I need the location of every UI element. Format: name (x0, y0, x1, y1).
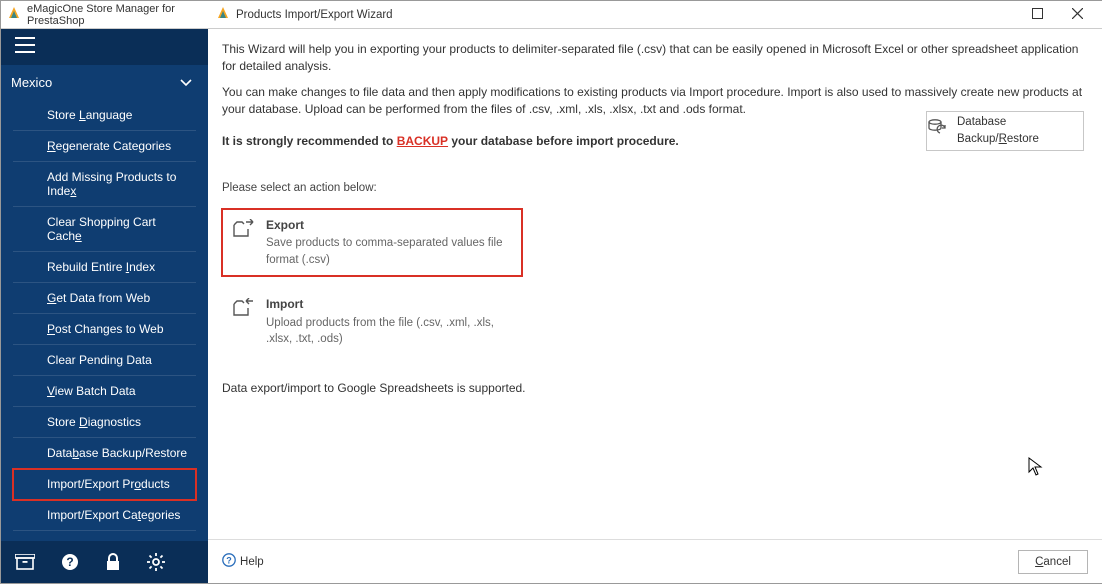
sidebar-item-10[interactable]: Database Backup/Restore (13, 438, 196, 469)
import-desc: Upload products from the file (.csv, .xm… (266, 315, 512, 348)
sidebar-item-1[interactable]: Regenerate Categories (13, 131, 196, 162)
dialog-footer: ? Help Cancel (208, 539, 1102, 583)
export-action[interactable]: Export Save products to comma-separated … (222, 209, 522, 277)
select-action-label: Please select an action below: (222, 180, 1084, 197)
sidebar-item-8[interactable]: View Batch Data (13, 376, 196, 407)
sidebar-item-0[interactable]: Store Language (13, 100, 196, 131)
sidebar-item-5[interactable]: Get Data from Web (13, 283, 196, 314)
sidebar-menu-list: Store LanguageRegenerate CategoriesAdd M… (1, 100, 208, 541)
sidebar: eMagicOne Store Manager for PrestaShop M… (1, 1, 208, 583)
svg-text:?: ? (226, 556, 232, 566)
import-title: Import (266, 296, 512, 313)
help-circle-icon[interactable]: ? (61, 553, 79, 571)
dialog: Products Import/Export Wizard This Wizar… (208, 1, 1102, 583)
sidebar-item-11[interactable]: Import/Export Products (13, 469, 196, 500)
sidebar-item-3[interactable]: Clear Shopping Cart Cache (13, 207, 196, 252)
app-logo-icon (7, 6, 21, 23)
cursor-icon (1028, 457, 1044, 482)
backup-button-label: Database Backup/Restore (957, 114, 1083, 147)
export-title: Export (266, 217, 512, 234)
sidebar-item-4[interactable]: Rebuild Entire Index (13, 252, 196, 283)
export-icon (232, 219, 254, 244)
dialog-body: This Wizard will help you in exporting y… (208, 29, 1102, 539)
lock-icon[interactable] (105, 553, 121, 571)
svg-text:?: ? (66, 555, 73, 569)
chevron-down-icon (180, 75, 192, 90)
app-title: eMagicOne Store Manager for PrestaShop (27, 3, 202, 27)
import-icon (232, 298, 254, 323)
recommend-emphasis: BACKUP (397, 134, 448, 148)
archive-icon[interactable] (15, 554, 35, 570)
close-icon (1072, 8, 1083, 22)
sidebar-item-6[interactable]: Post Changes to Web (13, 314, 196, 345)
sidebar-menu-head-label: Mexico (11, 75, 52, 90)
recommend-suffix: your database before import procedure. (448, 134, 679, 148)
sidebar-item-12[interactable]: Import/Export Categories (13, 500, 196, 531)
cancel-label: Cancel (1035, 556, 1071, 568)
dialog-logo-icon (216, 6, 230, 23)
sidebar-footer: ? (1, 541, 208, 583)
intro-text-1: This Wizard will help you in exporting y… (222, 41, 1084, 76)
dialog-title: Products Import/Export Wizard (236, 9, 393, 21)
hamburger-button[interactable] (1, 29, 208, 65)
maximize-icon (1032, 8, 1043, 22)
help-circle-icon: ? (222, 553, 236, 570)
gear-icon[interactable] (147, 553, 165, 571)
sidebar-menu-head[interactable]: Mexico (1, 65, 208, 100)
recommend-prefix: It is strongly recommended to (222, 134, 397, 148)
app-title-bar: eMagicOne Store Manager for PrestaShop (1, 1, 208, 29)
help-label: Help (240, 556, 264, 568)
window-close-button[interactable] (1060, 4, 1094, 26)
cancel-button[interactable]: Cancel (1018, 550, 1088, 574)
dialog-title-bar: Products Import/Export Wizard (208, 1, 1102, 29)
sidebar-item-13[interactable]: Import/Export Customers (13, 531, 196, 541)
hamburger-icon (15, 37, 35, 56)
sidebar-item-2[interactable]: Add Missing Products to Index (13, 162, 196, 207)
spreadsheets-note: Data export/import to Google Spreadsheet… (222, 380, 1084, 397)
sidebar-item-9[interactable]: Store Diagnostics (13, 407, 196, 438)
help-link[interactable]: ? Help (222, 553, 264, 570)
database-backup-restore-button[interactable]: Database Backup/Restore (926, 111, 1084, 151)
window-maximize-button[interactable] (1020, 4, 1054, 26)
backup-restore-icon (927, 119, 949, 143)
sidebar-item-7[interactable]: Clear Pending Data (13, 345, 196, 376)
import-action[interactable]: Import Upload products from the file (.c… (222, 288, 522, 356)
export-desc: Save products to comma-separated values … (266, 235, 512, 268)
